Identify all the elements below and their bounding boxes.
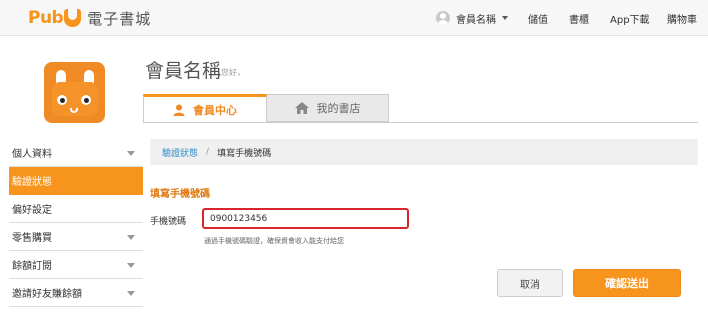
chevron-down-icon (127, 263, 135, 268)
person-icon (173, 104, 185, 116)
tab-my-bookstore-label: 我的書店 (316, 102, 361, 115)
tab-bar: 會員中心 我的書店 (143, 94, 389, 123)
sidebar-item-label: 個人資料 (12, 149, 52, 160)
sidebar-item-label: 餘額訂閱 (12, 261, 52, 272)
logo-wordmark: Pub (28, 8, 64, 28)
nav-link-bookshelf[interactable]: 書櫃 (569, 0, 589, 36)
sidebar-item-label: 零售購買 (12, 233, 52, 244)
breadcrumb: 驗證狀態 / 填寫手機號碼 (150, 139, 698, 165)
top-bar: Pub 電子書城 會員名稱 儲值 書櫃 App下載 購物車 (0, 0, 708, 36)
chevron-down-icon (127, 151, 135, 156)
tab-divider (143, 122, 698, 123)
tab-member-center[interactable]: 會員中心 (143, 94, 267, 123)
nav-link-topup[interactable]: 儲值 (528, 0, 548, 36)
sidebar-item-subscription[interactable]: 餘額訂閱 (9, 251, 143, 279)
site-logo[interactable]: Pub 電子書城 (28, 6, 151, 30)
sidebar-item-label: 偏好設定 (12, 205, 52, 216)
logo-u-mark (64, 9, 82, 27)
sidebar-item-label: 驗證狀態 (12, 177, 52, 188)
cancel-button[interactable]: 取消 (497, 269, 563, 297)
sidebar-item-label: 邀請好友賺餘額 (12, 289, 82, 300)
nav-link-cart[interactable]: 購物車 (667, 0, 697, 36)
greeting-text: 您好， (221, 68, 245, 77)
sidebar-item-retail-purchase[interactable]: 零售購買 (9, 223, 143, 251)
form-title: 填寫手機號碼 (150, 189, 210, 200)
sidebar-item-preferences[interactable]: 偏好設定 (9, 195, 143, 223)
tab-member-center-label: 會員中心 (193, 104, 237, 117)
sidebar: 個人資料 驗證狀態 偏好設定 零售購買 餘額訂閱 邀請好友賺餘額 (9, 139, 143, 307)
breadcrumb-current: 填寫手機號碼 (217, 148, 272, 159)
page-title: 會員名稱 (145, 60, 222, 82)
logo-store-name: 電子書城 (87, 9, 152, 28)
member-avatar (44, 62, 105, 123)
confirm-submit-button[interactable]: 確認送出 (573, 269, 681, 297)
breadcrumb-link-verification[interactable]: 驗證狀態 (162, 146, 198, 159)
chevron-down-icon (127, 235, 135, 240)
user-menu[interactable]: 會員名稱 (436, 0, 508, 36)
breadcrumb-separator: / (206, 147, 210, 157)
chevron-down-icon (502, 16, 508, 20)
tab-my-bookstore[interactable]: 我的書店 (267, 94, 389, 122)
sidebar-item-profile[interactable]: 個人資料 (9, 139, 143, 167)
phone-label: 手機號碼 (150, 217, 187, 227)
nav-link-app-download[interactable]: App下載 (610, 0, 650, 36)
user-name-label: 會員名稱 (456, 14, 496, 26)
sidebar-item-verification[interactable]: 驗證狀態 (9, 167, 143, 195)
sidebar-item-invite-friends[interactable]: 邀請好友賺餘額 (9, 279, 143, 307)
phone-input[interactable] (202, 208, 409, 229)
chevron-down-icon (127, 291, 135, 296)
user-avatar-icon (436, 11, 450, 25)
house-icon (294, 102, 309, 114)
phone-hint: 通過手機號碼驗證，確保資會收入能支付給您 (204, 237, 344, 245)
